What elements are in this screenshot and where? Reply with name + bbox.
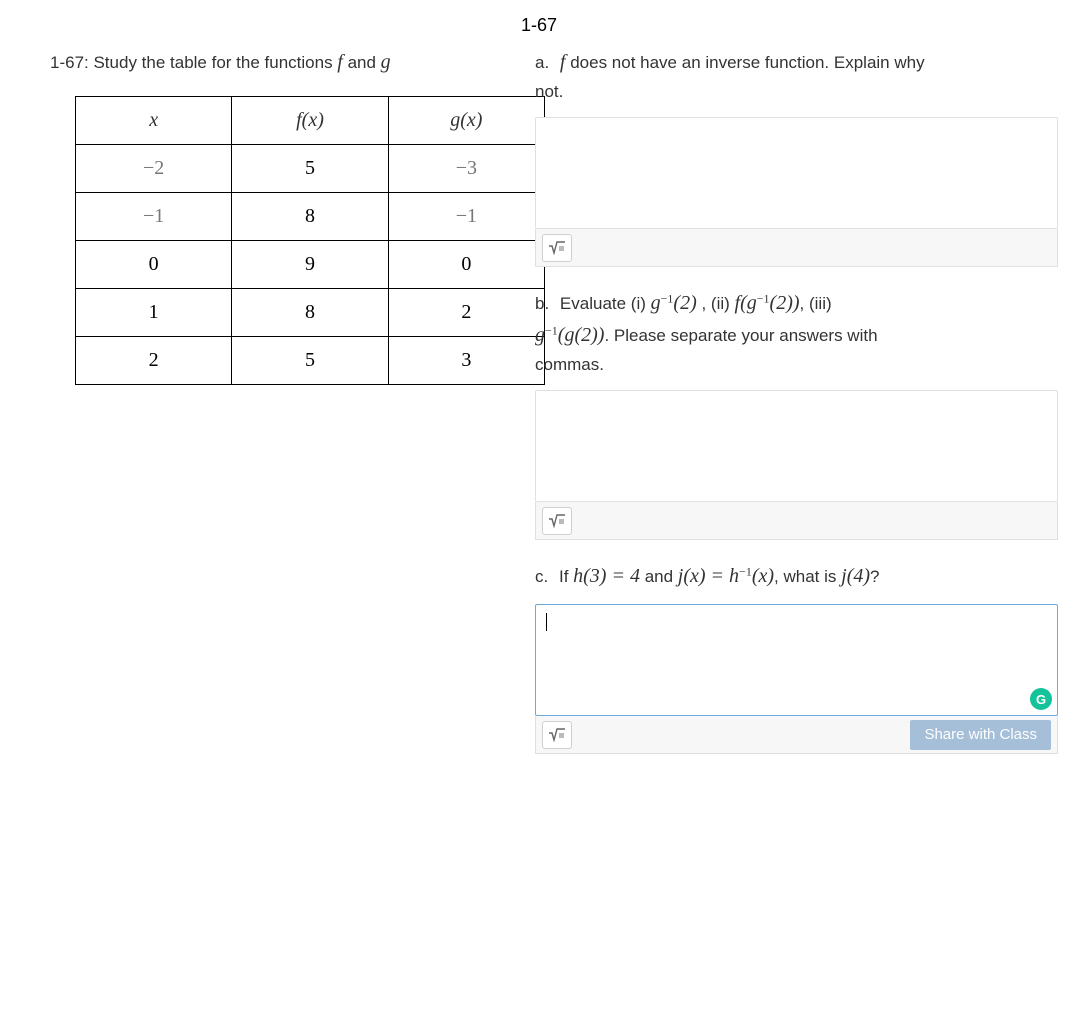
- intro-mid: and: [343, 53, 381, 72]
- answer-c-input[interactable]: [535, 604, 1058, 716]
- right-column: a. f does not have an inverse function. …: [535, 46, 1058, 774]
- toolbar-b: [535, 502, 1058, 540]
- cell: −1: [76, 193, 232, 241]
- qa-text1: does not have an inverse function. Expla…: [565, 53, 924, 72]
- page-title: 1-67: [20, 15, 1058, 36]
- answer-a-input[interactable]: [535, 117, 1058, 229]
- columns: 1-67: Study the table for the functions …: [20, 46, 1058, 774]
- question-b: b. Evaluate (i) g−1(2) , (ii) f(g−1(2)),…: [535, 287, 1058, 378]
- table-row: 2 5 3: [76, 337, 545, 385]
- answer-a-wrap: [535, 117, 1058, 229]
- col-x: x: [76, 97, 232, 145]
- table-row: −1 8 −1: [76, 193, 545, 241]
- col-gx: g(x): [388, 97, 544, 145]
- text-cursor: [546, 613, 547, 631]
- cell: 3: [388, 337, 544, 385]
- math-editor-button[interactable]: [542, 234, 572, 262]
- cell: 1: [76, 289, 232, 337]
- table-row: −2 5 −3: [76, 145, 545, 193]
- cell: −3: [388, 145, 544, 193]
- cell: 5: [232, 337, 388, 385]
- col-fx: f(x): [232, 97, 388, 145]
- cell: 8: [232, 289, 388, 337]
- qb-pre: Evaluate (i): [560, 294, 651, 313]
- cell: −1: [388, 193, 544, 241]
- qa-label: a.: [535, 53, 549, 72]
- cell: 5: [232, 145, 388, 193]
- cell: 0: [388, 241, 544, 289]
- math-editor-button[interactable]: [542, 721, 572, 749]
- left-column: 1-67: Study the table for the functions …: [20, 46, 510, 774]
- answer-b-wrap: [535, 390, 1058, 502]
- cell: −2: [76, 145, 232, 193]
- qb-label: b.: [535, 294, 549, 313]
- qa-text2: not.: [535, 82, 563, 101]
- math-editor-button[interactable]: [542, 507, 572, 535]
- question-a: a. f does not have an inverse function. …: [535, 46, 1058, 105]
- share-button[interactable]: Share with Class: [910, 720, 1051, 750]
- page: 1-67 1-67: Study the table for the funct…: [0, 0, 1078, 1010]
- toolbar-a: [535, 229, 1058, 267]
- function-table: x f(x) g(x) −2 5 −3 −1 8 −1 0 9 0: [75, 96, 545, 385]
- intro-text: 1-67: Study the table for the functions …: [50, 51, 510, 74]
- question-c: c. If h(3) = 4 and j(x) = h−1(x), what i…: [535, 560, 1058, 592]
- cell: 2: [388, 289, 544, 337]
- cell: 9: [232, 241, 388, 289]
- intro-prefix: 1-67: Study the table for the functions: [50, 53, 337, 72]
- intro-g: g: [381, 51, 391, 73]
- cell: 0: [76, 241, 232, 289]
- answer-c-wrap: G: [535, 604, 1058, 716]
- toolbar-c: Share with Class: [535, 716, 1058, 754]
- qc-label: c.: [535, 567, 548, 586]
- table-header-row: x f(x) g(x): [76, 97, 545, 145]
- answer-b-input[interactable]: [535, 390, 1058, 502]
- cell: 8: [232, 193, 388, 241]
- table-row: 0 9 0: [76, 241, 545, 289]
- cell: 2: [76, 337, 232, 385]
- table-row: 1 8 2: [76, 289, 545, 337]
